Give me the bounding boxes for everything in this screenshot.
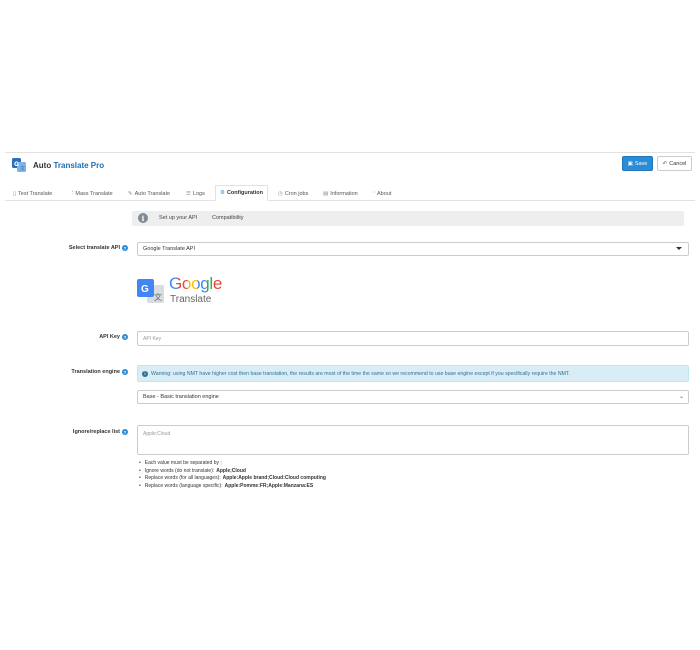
svg-text:文: 文 (154, 292, 162, 302)
cancel-button[interactable]: ↶ Cancel (657, 156, 692, 171)
nmt-warning-text: Warning: using NMT have higher cost then… (151, 370, 570, 377)
tab-logs[interactable]: ☰ Logs (186, 186, 205, 201)
ignore-list-label: Ignore/replace list ? (25, 429, 128, 435)
help-icon[interactable]: ? (122, 245, 128, 251)
engine-select-value: Base - Basic translation engine (143, 394, 219, 400)
info-icon: ⁱ (374, 190, 375, 197)
tab-information[interactable]: ▤ Information (323, 186, 358, 201)
api-key-placeholder: API Key (143, 336, 162, 342)
gear-icon: ⚙ (220, 190, 225, 196)
ignore-list-textarea[interactable]: Apple;Cloud (137, 425, 689, 455)
tab-label: Test Translate (18, 190, 53, 197)
note-example: Apple:Pomme:FR;Apple:Manzana:ES (224, 482, 314, 489)
app-title-plain: Auto (33, 161, 54, 170)
google-wordmark: Google (169, 274, 222, 294)
save-label: Save (634, 160, 648, 167)
tab-test-translate[interactable]: ▯ Test Translate (13, 186, 52, 201)
tab-label: Cron jobs (284, 190, 309, 197)
tab-cron-jobs[interactable]: ◷ Cron jobs (278, 186, 308, 201)
chevron-down-icon: ⌄ (678, 394, 684, 400)
ignore-list-label-text: Ignore/replace list (72, 429, 120, 435)
panel-header: G 文 Auto Translate Pro ▣ Save ↶ Cancel (5, 153, 695, 183)
google-translate-icon: G 文 (137, 279, 164, 303)
svg-text:G: G (141, 284, 149, 295)
api-select[interactable]: Google Translate API (137, 242, 689, 256)
engine-select[interactable]: Base - Basic translation engine ⌄ (137, 390, 689, 404)
cancel-label: Cancel (669, 160, 687, 167)
api-select-label: Select translate API ? (25, 245, 128, 251)
engine-label: Translation engine ? (25, 369, 128, 375)
api-select-value: Google Translate API (143, 246, 195, 252)
note-example: Apple:Apple brand;Cloud:Cloud computing (222, 475, 326, 481)
info-icon: i (142, 370, 148, 377)
translate-wordmark: Translate (170, 294, 212, 305)
api-key-label-text: API Key (99, 334, 120, 340)
api-key-label: API Key ? (25, 334, 128, 340)
api-select-label-text: Select translate API (68, 245, 120, 251)
floppy-icon: ▣ (627, 160, 633, 167)
file-icon: ▯ (13, 190, 17, 197)
note-text: Ignore words (do not translate): (144, 467, 215, 474)
note-text: Replace words (for all languages): (144, 475, 221, 481)
note-text: Replace words (language specific): (144, 482, 223, 489)
google-translate-logo: G 文 Google Translate (137, 273, 237, 313)
note-example: Apple;Cloud (216, 467, 246, 474)
subtab-bar: i Set up your API Compatibility (132, 211, 684, 226)
ignore-list-placeholder: Apple;Cloud (143, 431, 171, 437)
list-item: Replace words (for all languages): Apple… (139, 475, 326, 483)
tab-about[interactable]: ⁱ About (374, 186, 391, 201)
tab-label: Mass Translate (75, 190, 113, 197)
pencil-icon: ✎ (128, 190, 133, 197)
tab-label: Auto Translate (134, 190, 171, 197)
list-item: Ignore words (do not translate): Apple;C… (139, 468, 326, 476)
clock-icon: ◷ (278, 190, 283, 197)
translate-logo-icon: G 文 (12, 158, 26, 172)
help-icon[interactable]: ? (122, 334, 128, 340)
info-circle-icon: i (138, 213, 148, 223)
tab-configuration[interactable]: ⚙ Configuration (215, 185, 268, 201)
list-item: Replace words (language specific): Apple… (139, 483, 326, 491)
tab-label: Configuration (226, 190, 263, 196)
note-text: Each value must be separated by ; (144, 460, 222, 466)
module-panel: G 文 Auto Translate Pro ▣ Save ↶ Cancel ▯… (5, 152, 695, 500)
engine-label-text: Translation engine (71, 369, 120, 375)
tab-label: About (376, 190, 392, 197)
tab-auto-translate[interactable]: ✎ Auto Translate (128, 186, 170, 201)
ignore-list-help: Each value must be separated by ; Ignore… (139, 460, 326, 490)
tab-label: Logs (192, 190, 205, 197)
svg-text:文: 文 (20, 165, 25, 172)
caret-down-icon (676, 247, 682, 250)
undo-icon: ↶ (662, 160, 668, 167)
list-icon: ☰ (186, 190, 191, 197)
list-item: Each value must be separated by ; (139, 460, 326, 468)
app-title-accent: Translate Pro (53, 161, 105, 170)
api-key-input[interactable]: API Key (137, 331, 689, 346)
google-word: Google (169, 274, 223, 293)
svg-text:G: G (14, 161, 19, 168)
help-icon[interactable]: ? (122, 429, 128, 435)
tab-label: Information (330, 190, 358, 197)
save-button[interactable]: ▣ Save (622, 156, 653, 171)
nmt-warning-alert: i Warning: using NMT have higher cost th… (137, 365, 689, 382)
app-title: Auto Translate Pro (33, 161, 104, 170)
document-icon: ▤ (323, 190, 329, 197)
sliders-icon: ⫶ (72, 190, 74, 196)
help-icon[interactable]: ? (122, 369, 128, 375)
tab-bar: ▯ Test Translate ⫶ Mass Translate ✎ Auto… (5, 183, 695, 201)
tab-mass-translate[interactable]: ⫶ Mass Translate (72, 186, 113, 201)
subtab-compatibility[interactable]: Compatibility (212, 215, 243, 221)
subtab-setup-api[interactable]: Set up your API (159, 215, 197, 221)
